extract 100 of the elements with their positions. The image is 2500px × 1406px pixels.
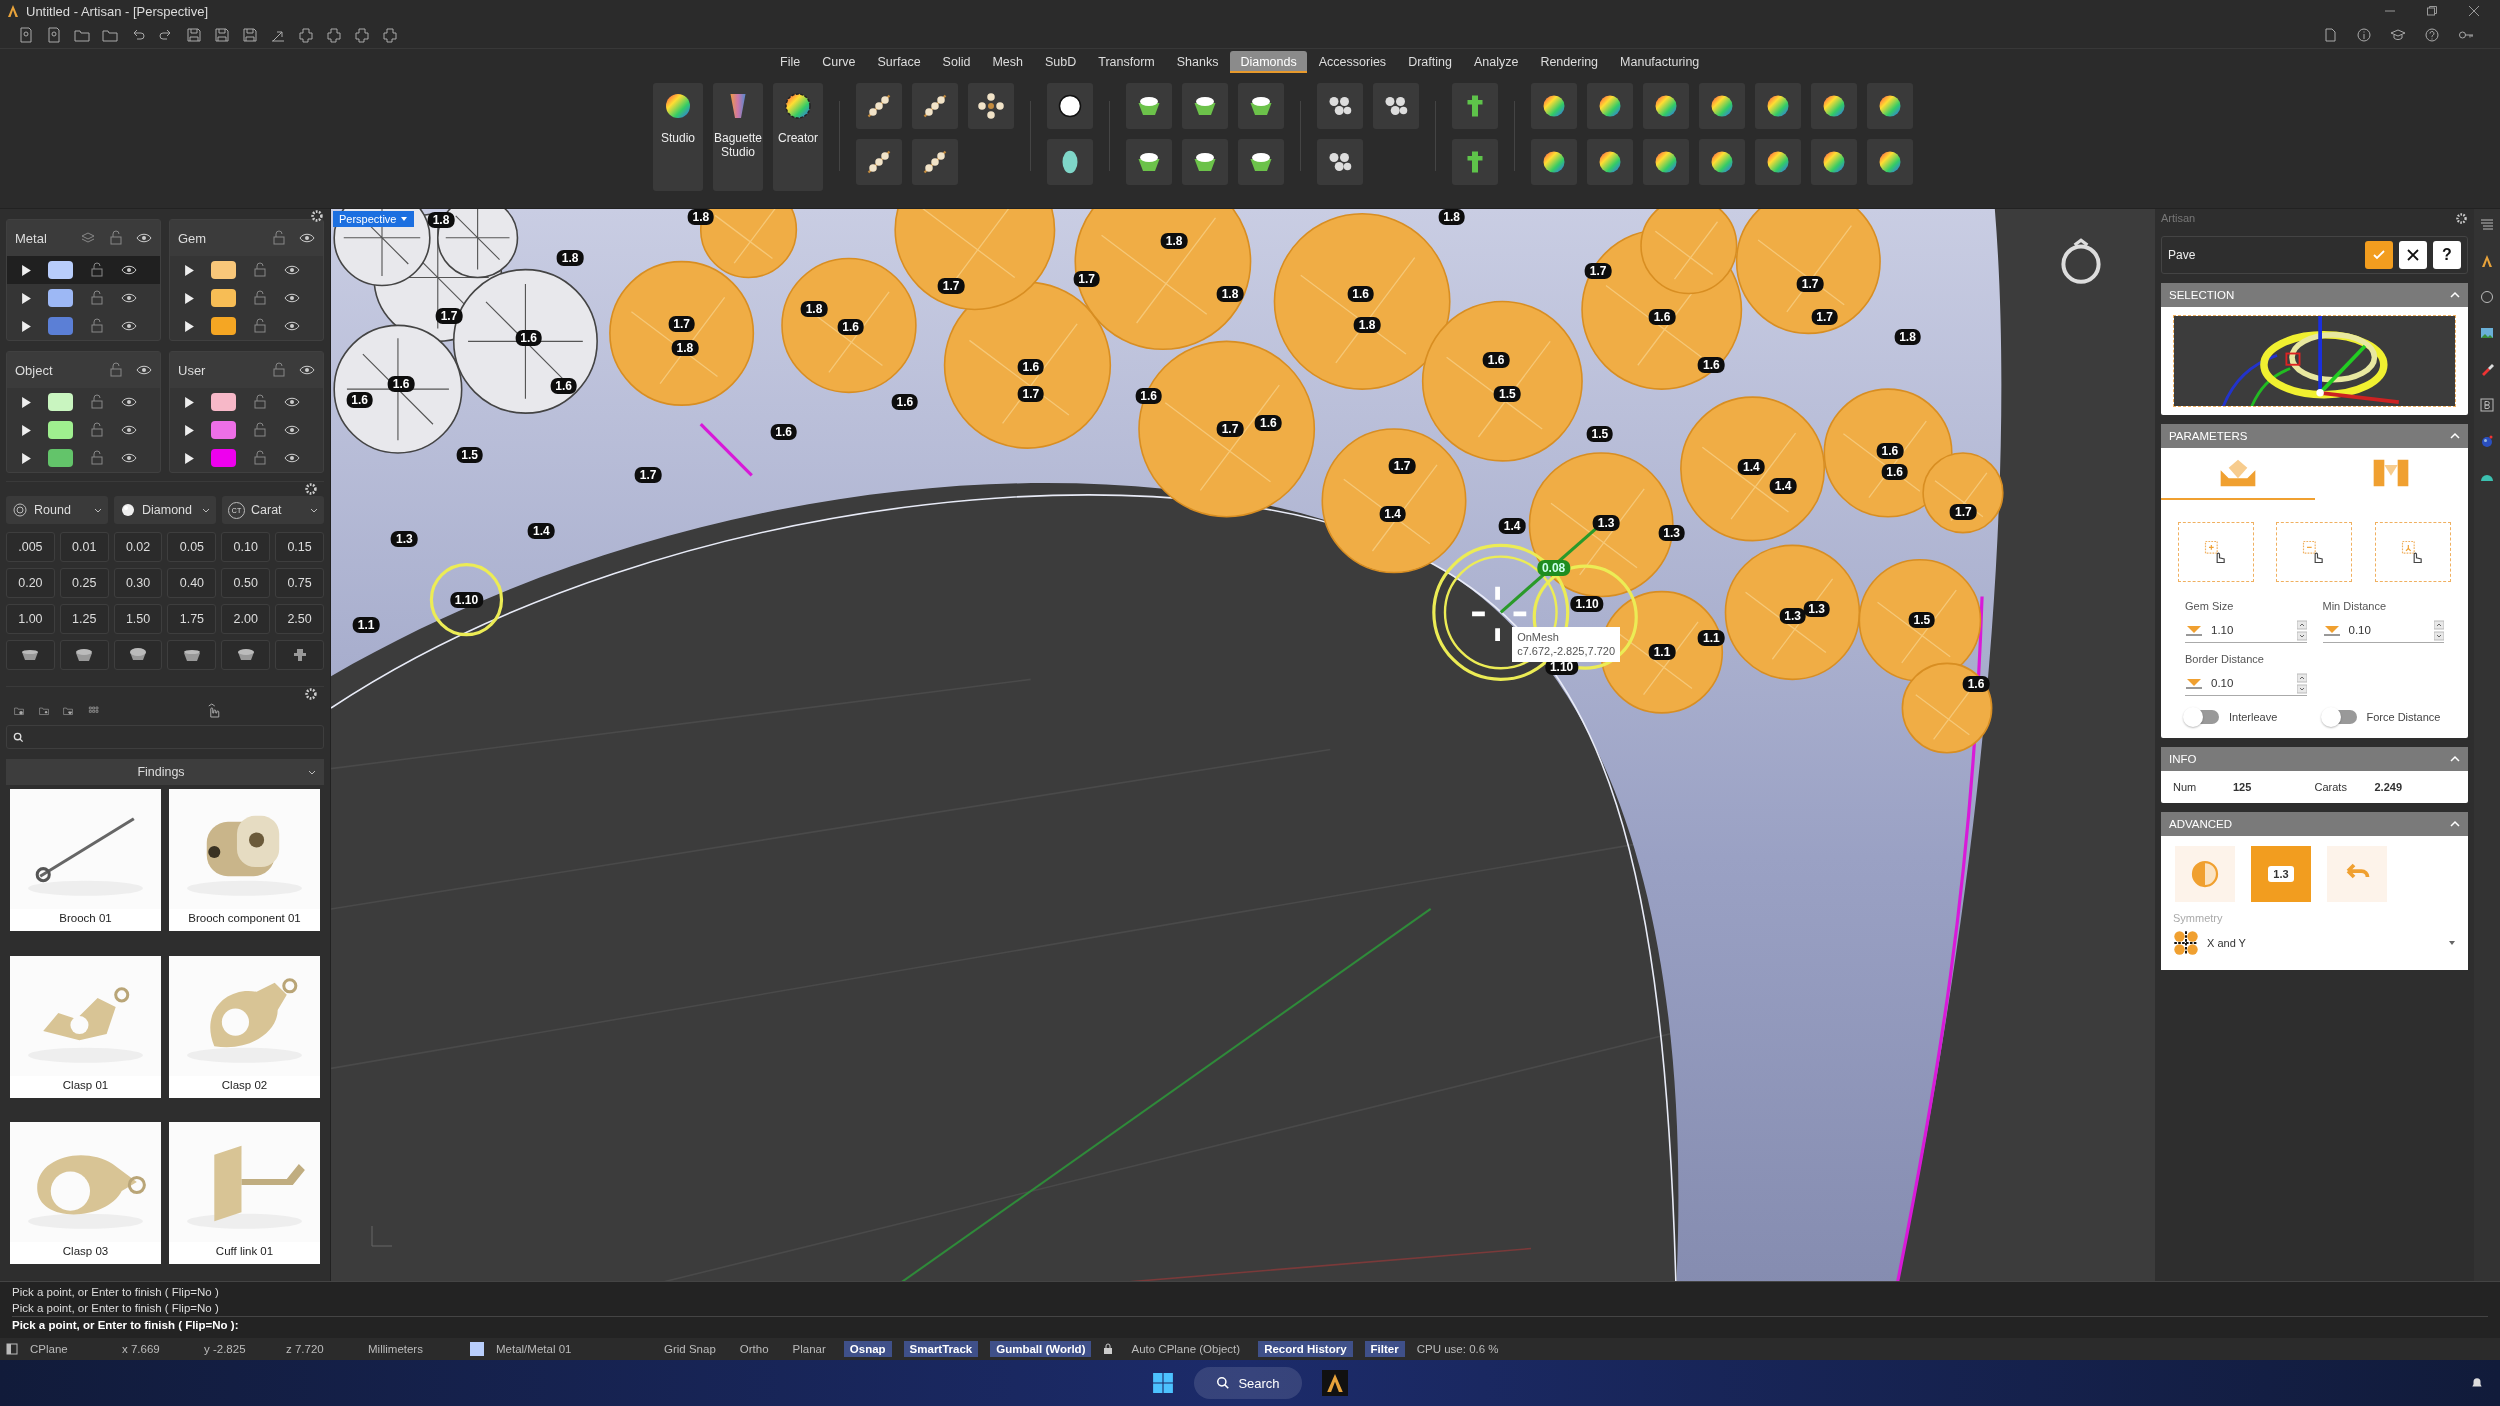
ribbon-tool-button[interactable] xyxy=(1643,139,1689,185)
ribbon-tool-button[interactable] xyxy=(1699,83,1745,129)
size-button[interactable]: 0.40 xyxy=(167,568,217,598)
ribbon-tool-button[interactable] xyxy=(1643,83,1689,129)
ribbon-button[interactable]: Creator xyxy=(773,83,823,191)
play-icon[interactable] xyxy=(21,292,32,304)
spin-up-icon[interactable] xyxy=(2296,619,2307,630)
current-layer[interactable]: Metal/Metal 01 xyxy=(496,1343,646,1355)
section-header[interactable]: INFO xyxy=(2161,747,2468,771)
status-toggle[interactable]: Osnap xyxy=(843,1341,892,1357)
status-toggle[interactable]: SmartTrack xyxy=(903,1341,979,1357)
folder-icon[interactable] xyxy=(102,27,118,43)
taskbar-search[interactable]: Search xyxy=(1194,1367,1302,1399)
lock-icon[interactable] xyxy=(252,290,268,306)
ribbon-tool-button[interactable] xyxy=(1755,139,1801,185)
size-button[interactable]: 0.75 xyxy=(275,568,324,598)
size-button[interactable]: 0.05 xyxy=(167,532,217,562)
lock-icon[interactable] xyxy=(271,230,287,246)
menu-tab[interactable]: Accessories xyxy=(1308,51,1397,73)
ribbon-tool-button[interactable] xyxy=(1587,139,1633,185)
size-button[interactable]: 1.75 xyxy=(167,604,217,634)
size-button[interactable]: 1.50 xyxy=(113,604,163,634)
advanced-option-button[interactable]: 1.3 xyxy=(2251,846,2311,902)
units-label[interactable]: Millimeters xyxy=(368,1343,458,1355)
status-toggle[interactable]: Filter xyxy=(1364,1341,1405,1357)
lock-icon[interactable] xyxy=(89,450,105,466)
help-button[interactable]: ? xyxy=(2433,241,2461,269)
ribbon-tool-button[interactable] xyxy=(1587,83,1633,129)
settings-icon[interactable] xyxy=(304,687,318,701)
setting-style-button[interactable] xyxy=(167,640,217,670)
help-icon[interactable] xyxy=(2424,27,2440,43)
ribbon-tool-button[interactable] xyxy=(1867,83,1913,129)
layer-color-swatch[interactable] xyxy=(48,393,73,411)
setting-style-button[interactable] xyxy=(113,640,163,670)
play-icon[interactable] xyxy=(184,424,195,436)
b-box-icon[interactable] xyxy=(2479,397,2495,413)
viewport-tab[interactable]: Perspective xyxy=(333,211,415,227)
spin-down-icon[interactable] xyxy=(2296,683,2307,694)
size-button[interactable]: 0.25 xyxy=(59,568,109,598)
lock-icon[interactable] xyxy=(252,422,268,438)
setting-style-button[interactable] xyxy=(59,640,109,670)
status-toggle[interactable]: Planar xyxy=(786,1341,832,1357)
play-icon[interactable] xyxy=(21,396,32,408)
size-button[interactable]: 2.00 xyxy=(221,604,271,634)
lock-icon[interactable] xyxy=(252,318,268,334)
ribbon-tool-button[interactable] xyxy=(912,139,958,185)
ribbon-tool-button[interactable] xyxy=(1126,139,1172,185)
menu-tab[interactable]: SubD xyxy=(1034,51,1087,73)
ribbon-tool-button[interactable] xyxy=(1373,83,1419,129)
setting-style-button[interactable] xyxy=(6,640,55,670)
ribbon-tool-button[interactable] xyxy=(968,83,1014,129)
menu-tab[interactable]: Drafting xyxy=(1398,51,1462,73)
status-toggle[interactable]: Record History xyxy=(1258,1341,1353,1357)
ribbon-tool-button[interactable] xyxy=(856,83,902,129)
toggle-switch[interactable] xyxy=(2185,710,2219,724)
layer-row[interactable] xyxy=(7,256,160,284)
close-icon[interactable] xyxy=(2468,5,2480,17)
save-icon[interactable] xyxy=(242,27,258,43)
size-button[interactable]: 1.00 xyxy=(6,604,55,634)
play-icon[interactable] xyxy=(184,452,195,464)
app-logo-icon[interactable] xyxy=(2479,253,2495,269)
ribbon-tool-button[interactable] xyxy=(1811,139,1857,185)
layer-color-swatch[interactable] xyxy=(211,393,236,411)
lock-icon[interactable] xyxy=(252,450,268,466)
size-button[interactable]: 2.50 xyxy=(275,604,324,634)
ribbon-tool-button[interactable] xyxy=(856,139,902,185)
play-icon[interactable] xyxy=(21,264,32,276)
shape-dropdown[interactable]: Round xyxy=(6,496,108,524)
number-field[interactable]: 0.10 xyxy=(2185,671,2307,696)
cplane-label[interactable]: CPlane xyxy=(30,1343,110,1355)
folder-icon[interactable] xyxy=(74,27,90,43)
layers-icon[interactable] xyxy=(2479,217,2495,233)
layer-color-swatch[interactable] xyxy=(48,317,73,335)
restore-icon[interactable] xyxy=(2426,5,2438,17)
panel-toggle-icon[interactable] xyxy=(6,1343,18,1355)
number-field[interactable]: 0.10 xyxy=(2322,618,2444,643)
info-icon[interactable] xyxy=(2356,27,2372,43)
menu-tab[interactable]: File xyxy=(770,51,811,73)
ribbon-tool-button[interactable] xyxy=(1238,83,1284,129)
save-icon[interactable] xyxy=(186,27,202,43)
notification-icon[interactable] xyxy=(2470,1376,2484,1390)
play-icon[interactable] xyxy=(21,320,32,332)
size-button[interactable]: 0.50 xyxy=(221,568,271,598)
menu-tab[interactable]: Manufacturing xyxy=(1610,51,1710,73)
spin-up-icon[interactable] xyxy=(2296,672,2307,683)
toggle-switch[interactable] xyxy=(2322,710,2357,724)
play-icon[interactable] xyxy=(184,292,195,304)
play-icon[interactable] xyxy=(184,264,195,276)
section-header[interactable]: ADVANCED xyxy=(2161,812,2468,836)
ribbon-tool-button[interactable] xyxy=(1755,83,1801,129)
menu-tab[interactable]: Curve xyxy=(812,51,866,73)
pin-icon[interactable] xyxy=(46,27,62,43)
lock-icon[interactable] xyxy=(108,362,124,378)
lock-icon[interactable] xyxy=(271,362,287,378)
layer-color-swatch[interactable] xyxy=(211,449,236,467)
menu-tab[interactable]: Transform xyxy=(1088,51,1165,73)
lock-icon[interactable] xyxy=(108,230,124,246)
settings-icon[interactable] xyxy=(310,209,324,223)
size-button[interactable]: 0.15 xyxy=(275,532,324,562)
play-icon[interactable] xyxy=(21,452,32,464)
